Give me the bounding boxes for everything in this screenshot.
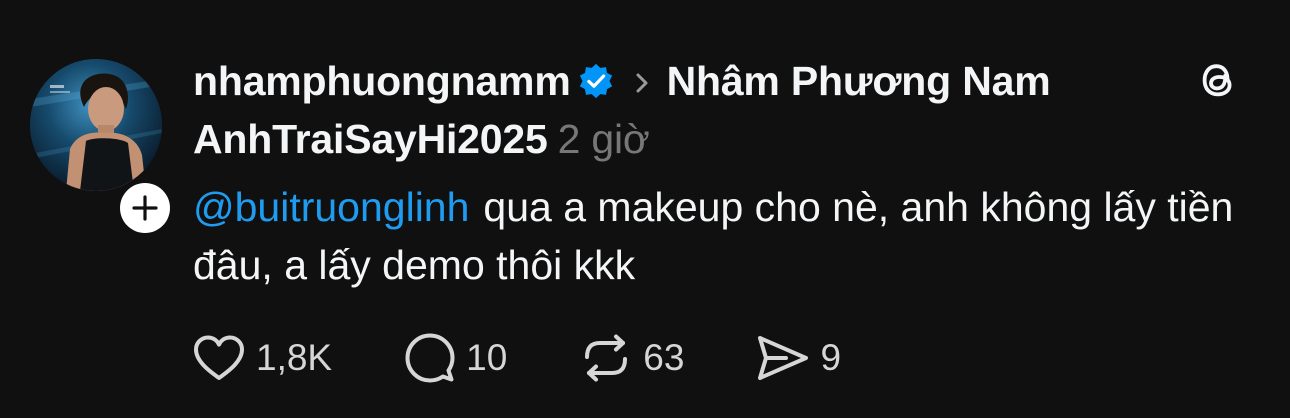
follow-button[interactable] <box>116 179 174 237</box>
post-content: @buitruonglinh qua a makeup cho nè, anh k… <box>193 178 1263 294</box>
threads-logo-icon[interactable] <box>1194 56 1242 104</box>
repost-button[interactable]: 63 <box>579 333 684 383</box>
speech-bubble-icon <box>405 333 455 383</box>
username[interactable]: nhamphuongnamm <box>193 58 571 104</box>
like-count: 1,8K <box>256 337 333 378</box>
heart-icon <box>194 335 244 380</box>
send-icon <box>758 336 809 380</box>
reply-count: 10 <box>466 337 508 378</box>
chevron-right-icon <box>636 73 648 93</box>
verified-badge-icon <box>579 63 612 99</box>
plus-icon <box>132 195 158 221</box>
like-button[interactable]: 1,8K <box>192 334 332 382</box>
threads-post: nhamphuongnamm Nhâm Phương Nam AnhTraiSa… <box>0 0 1290 418</box>
repost-count: 63 <box>643 337 685 378</box>
action-bar: 1,8K 10 63 9 <box>192 332 841 384</box>
share-button[interactable]: 9 <box>756 334 841 382</box>
post-header: nhamphuongnamm Nhâm Phương Nam AnhTraiSa… <box>193 52 1073 168</box>
timestamp: 2 giờ <box>557 116 650 162</box>
avatar-image <box>30 59 162 191</box>
repost-icon <box>585 334 628 382</box>
avatar[interactable] <box>30 59 162 191</box>
share-count: 9 <box>820 337 842 378</box>
follow-button-inner <box>120 183 170 233</box>
reply-button[interactable]: 10 <box>404 332 507 384</box>
avatar-container <box>30 59 174 237</box>
mention-link[interactable]: @buitruonglinh <box>193 184 469 230</box>
